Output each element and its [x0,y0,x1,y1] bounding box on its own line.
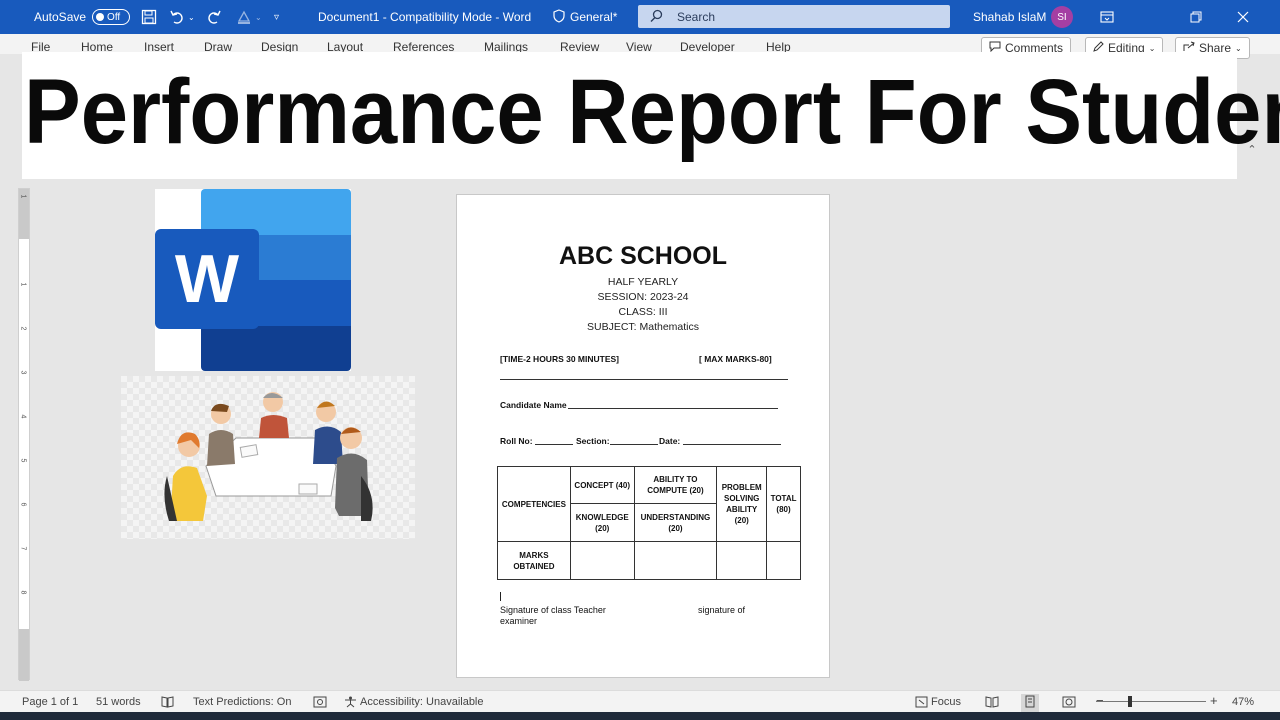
redo-icon[interactable] [203,0,225,34]
date-line[interactable] [683,444,781,445]
focus-icon [915,696,928,711]
overlay-banner: Performance Report For Student [22,52,1280,179]
read-mode-icon[interactable] [985,696,999,711]
search-box[interactable]: Search [638,5,950,28]
book-icon[interactable] [161,696,174,711]
ribbon-tabs: File Home Insert Draw Design Layout Refe… [0,34,1280,59]
undo-dropdown-icon[interactable]: ⌄ [188,13,195,22]
section-label: Section: [576,436,610,446]
understanding-header: UNDERSTANDING (20) [633,503,718,542]
candidate-name-line[interactable] [568,408,778,409]
word-count[interactable]: 51 words [96,696,141,708]
accessibility-status[interactable]: Accessibility: Unavailable [344,696,484,711]
max-marks-label: [ MAX MARKS-80] [699,354,772,364]
vertical-ruler: 1 1 2 3 4 5 6 7 8 [18,188,30,681]
save-icon[interactable] [138,0,160,34]
school-name: ABC SCHOOL [558,242,728,270]
autosave-label: AutoSave [34,10,87,24]
marks-cell[interactable] [716,541,768,580]
collapse-ribbon-icon[interactable]: ⌃ [1243,140,1261,158]
marks-cell[interactable] [766,541,801,580]
focus-button[interactable]: Focus [915,696,961,711]
zoom-level[interactable]: 47% [1232,696,1254,708]
print-layout-icon[interactable] [1021,694,1039,712]
avatar[interactable]: SI [1051,0,1073,34]
sensitivity-label[interactable]: General* [552,0,617,34]
competency-table: COMPETENCIES CONCEPT (40) ABILITY TO COM… [497,466,801,580]
roll-no-label: Roll No: [500,436,533,446]
customize-toolbar-icon[interactable]: ▿ [274,0,279,34]
title-bar: AutoSave Off ⌄ ⌄ ▿ Document1 - Compatibi… [0,0,1280,34]
time-label: [TIME-2 HOURS 30 MINUTES] [500,354,620,364]
macro-icon[interactable] [313,696,327,711]
roll-no-line[interactable] [535,444,573,445]
teacher-signature-label: Signature of class Teacher [500,605,606,615]
search-icon [650,9,663,25]
date-label: Date: [659,436,681,446]
knowledge-header: KNOWLEDGE (20) [569,503,635,542]
user-name: Shahab IslaM [973,10,1047,24]
exam-name: HALF YEARLY [607,276,679,288]
focus-label: Focus [931,696,961,708]
candidate-name-label: Candidate Name [500,400,567,410]
format-painter-icon[interactable]: ⌄ [233,0,262,34]
accessibility-label: Accessibility: Unavailable [360,696,484,708]
undo-icon[interactable]: ⌄ [166,0,195,34]
ability-to-compute-header: ABILITY TO COMPUTE (20) [633,466,718,504]
web-layout-icon[interactable] [1062,696,1076,711]
ribbon-display-icon[interactable] [1100,0,1114,34]
accessibility-icon [344,696,357,711]
word-logo: W [155,189,351,371]
class: CLASS: III [618,306,668,318]
competencies-header: COMPETENCIES [497,466,571,542]
toggle-knob [96,13,105,21]
marks-obtained-label: MARKS OBTAINED [497,541,571,580]
subject: SUBJECT: Mathematics [586,321,700,333]
section-line[interactable] [610,444,658,445]
status-bar: Page 1 of 1 51 words Text Predictions: O… [0,690,1280,712]
word-logo-w-icon: W [155,229,259,329]
autosave-state: Off [107,11,121,23]
restore-icon[interactable] [1190,0,1202,34]
problem-solving-header: PROBLEM SOLVING ABILITY (20) [716,466,768,542]
examiner-label: examiner [500,616,538,626]
meeting-clipart [121,376,415,539]
page-count[interactable]: Page 1 of 1 [22,696,78,708]
taskbar [0,712,1280,720]
examiner-signature-label: signature of [698,605,746,615]
total-header: TOTAL (80) [766,466,801,542]
zoom-in-icon[interactable]: + [1210,693,1218,708]
autosave[interactable]: AutoSave Off [34,0,131,34]
session: SESSION: 2023-24 [597,291,689,303]
close-icon[interactable] [1237,0,1249,34]
overlay-headline: Performance Report For Student [24,61,1280,164]
zoom-slider-thumb[interactable] [1128,696,1132,707]
search-placeholder: Search [677,9,716,24]
text-cursor [500,592,501,601]
shield-icon [552,8,566,26]
concept-header: CONCEPT (40) [569,466,635,504]
autosave-toggle[interactable]: Off [92,9,131,25]
document-title: Document1 - Compatibility Mode - Word [318,10,532,24]
avatar-initials: SI [1051,6,1073,28]
marks-cell[interactable] [633,541,718,580]
sensitivity-text: General* [570,10,618,24]
zoom-slider[interactable] [1096,696,1206,707]
document-page[interactable]: ABC SCHOOL HALF YEARLY SESSION: 2023-24 … [456,194,830,678]
marks-cell[interactable] [569,541,635,580]
text-predictions[interactable]: Text Predictions: On [193,696,291,708]
